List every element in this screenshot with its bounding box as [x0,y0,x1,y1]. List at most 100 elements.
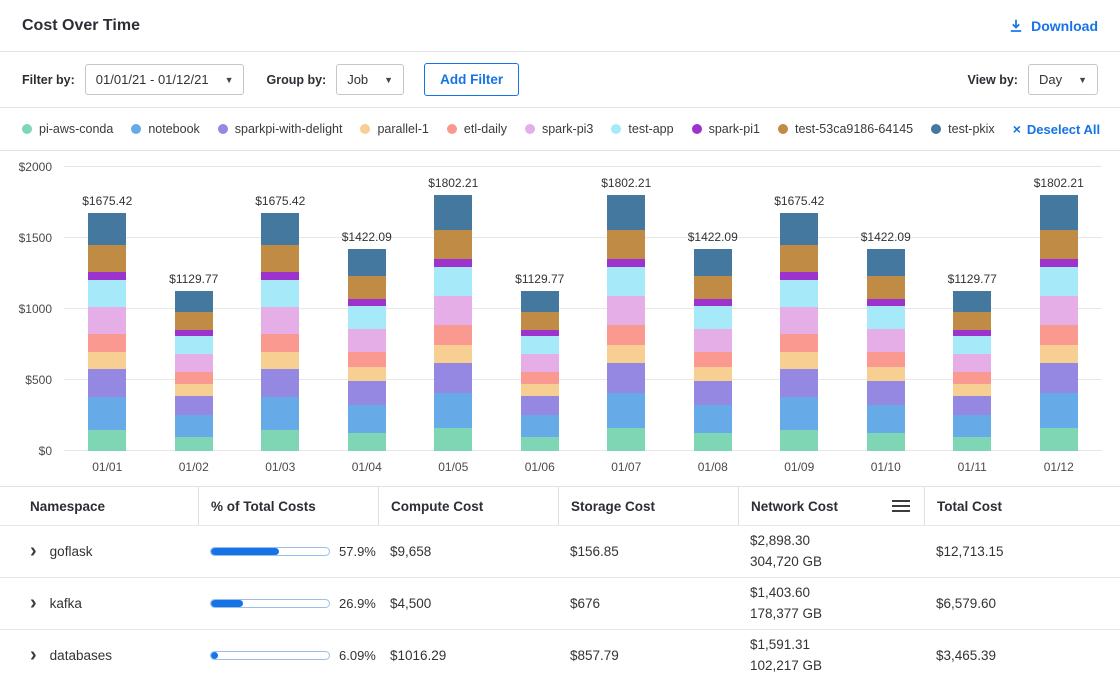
bar-segment-etl-daily[interactable] [867,352,905,367]
stacked-bar[interactable] [780,213,818,451]
bar-segment-test-app[interactable] [521,336,559,354]
bar-segment-test-53ca9186-64145[interactable] [434,230,472,259]
bar-segment-etl-daily[interactable] [175,372,213,384]
bar-segment-test-app[interactable] [261,280,299,307]
expand-chevron-icon[interactable]: › [30,593,37,613]
bar-segment-spark-pi1[interactable] [867,299,905,306]
bar-segment-test-53ca9186-64145[interactable] [88,245,126,272]
bar-segment-sparkpi-with-delight[interactable] [1040,363,1078,393]
bar-segment-spark-pi1[interactable] [261,272,299,280]
bar-segment-test-app[interactable] [607,267,645,296]
bar-segment-test-pkix[interactable] [521,291,559,313]
bar-segment-spark-pi3[interactable] [607,296,645,325]
legend-item-test-pkix[interactable]: test-pkix [931,122,995,136]
bar-segment-test-53ca9186-64145[interactable] [261,245,299,272]
bar-segment-sparkpi-with-delight[interactable] [607,363,645,393]
bar-segment-etl-daily[interactable] [521,372,559,384]
bar-segment-test-53ca9186-64145[interactable] [348,276,386,299]
bar-segment-spark-pi3[interactable] [175,354,213,372]
col-header-compute[interactable]: Compute Cost [378,487,558,525]
legend-item-sparkpi-with-delight[interactable]: sparkpi-with-delight [218,122,343,136]
bar-segment-notebook[interactable] [261,397,299,430]
stacked-bar[interactable] [88,213,126,451]
bar-segment-pi-aws-conda[interactable] [1040,428,1078,451]
bar-segment-test-pkix[interactable] [867,249,905,276]
legend-item-test-53ca9186-64145[interactable]: test-53ca9186-64145 [778,122,913,136]
bar-segment-test-app[interactable] [867,306,905,329]
bar-segment-parallel-1[interactable] [434,345,472,363]
bar-segment-etl-daily[interactable] [607,325,645,344]
bar-segment-pi-aws-conda[interactable] [261,430,299,451]
bar-segment-parallel-1[interactable] [867,367,905,381]
bar-segment-etl-daily[interactable] [1040,325,1078,344]
bar-segment-test-pkix[interactable] [953,291,991,313]
bar-segment-spark-pi1[interactable] [607,259,645,268]
bar-segment-spark-pi1[interactable] [88,272,126,280]
bar-segment-pi-aws-conda[interactable] [521,437,559,451]
bar-segment-spark-pi3[interactable] [434,296,472,325]
bar-segment-parallel-1[interactable] [1040,345,1078,363]
bar-segment-spark-pi3[interactable] [88,307,126,334]
bar-segment-parallel-1[interactable] [88,352,126,369]
bar-segment-pi-aws-conda[interactable] [780,430,818,451]
download-button[interactable]: Download [1008,18,1098,34]
col-header-percent[interactable]: % of Total Costs [198,487,378,525]
legend-item-etl-daily[interactable]: etl-daily [447,122,507,136]
table-row-goflask[interactable]: ›goflask57.9%$9,658$156.85$2,898.30304,7… [0,525,1120,577]
expand-chevron-icon[interactable]: › [30,541,37,561]
bar-segment-parallel-1[interactable] [261,352,299,369]
bar-segment-test-app[interactable] [1040,267,1078,296]
col-header-storage[interactable]: Storage Cost [558,487,738,525]
bar-segment-notebook[interactable] [434,393,472,429]
bar-segment-test-53ca9186-64145[interactable] [175,312,213,330]
bar-segment-test-app[interactable] [780,280,818,307]
bar-segment-sparkpi-with-delight[interactable] [88,369,126,397]
stacked-bar[interactable] [175,291,213,451]
bar-segment-spark-pi1[interactable] [694,299,732,306]
bar-segment-test-app[interactable] [434,267,472,296]
bar-segment-etl-daily[interactable] [434,325,472,344]
bar-segment-spark-pi3[interactable] [953,354,991,372]
bar-segment-test-pkix[interactable] [780,213,818,245]
bar-segment-test-app[interactable] [694,306,732,329]
date-range-select[interactable]: 01/01/21 - 01/12/21 ▼ [85,64,245,95]
bar-segment-spark-pi3[interactable] [348,329,386,352]
legend-item-spark-pi1[interactable]: spark-pi1 [692,122,760,136]
legend-item-spark-pi3[interactable]: spark-pi3 [525,122,593,136]
bar-segment-notebook[interactable] [175,415,213,437]
table-row-kafka[interactable]: ›kafka26.9%$4,500$676$1,403.60178,377 GB… [0,577,1120,629]
bar-segment-spark-pi3[interactable] [867,329,905,352]
bar-segment-parallel-1[interactable] [694,367,732,381]
deselect-all-button[interactable]: × Deselect All [1013,121,1100,137]
bar-segment-spark-pi3[interactable] [521,354,559,372]
bar-segment-pi-aws-conda[interactable] [694,433,732,451]
bar-segment-test-53ca9186-64145[interactable] [607,230,645,259]
bar-segment-parallel-1[interactable] [780,352,818,369]
bar-segment-sparkpi-with-delight[interactable] [867,381,905,405]
bar-segment-notebook[interactable] [88,397,126,430]
bar-segment-pi-aws-conda[interactable] [175,437,213,451]
bar-segment-test-app[interactable] [175,336,213,354]
bar-segment-pi-aws-conda[interactable] [434,428,472,451]
bar-segment-test-53ca9186-64145[interactable] [953,312,991,330]
legend-item-notebook[interactable]: notebook [131,122,199,136]
stacked-bar[interactable] [867,249,905,451]
legend-item-pi-aws-conda[interactable]: pi-aws-conda [22,122,113,136]
stacked-bar[interactable] [434,195,472,451]
bar-segment-spark-pi3[interactable] [780,307,818,334]
bar-segment-test-pkix[interactable] [261,213,299,245]
bar-segment-test-pkix[interactable] [1040,195,1078,230]
bar-segment-sparkpi-with-delight[interactable] [175,396,213,415]
bar-segment-test-53ca9186-64145[interactable] [1040,230,1078,259]
bar-segment-etl-daily[interactable] [261,334,299,352]
bar-segment-sparkpi-with-delight[interactable] [261,369,299,397]
bar-segment-test-53ca9186-64145[interactable] [521,312,559,330]
stacked-bar[interactable] [953,291,991,451]
stacked-bar[interactable] [694,249,732,451]
bar-segment-sparkpi-with-delight[interactable] [953,396,991,415]
bar-segment-test-app[interactable] [88,280,126,307]
bar-segment-test-app[interactable] [348,306,386,329]
bar-segment-test-pkix[interactable] [348,249,386,276]
bar-segment-parallel-1[interactable] [953,384,991,396]
add-filter-button[interactable]: Add Filter [424,63,519,96]
